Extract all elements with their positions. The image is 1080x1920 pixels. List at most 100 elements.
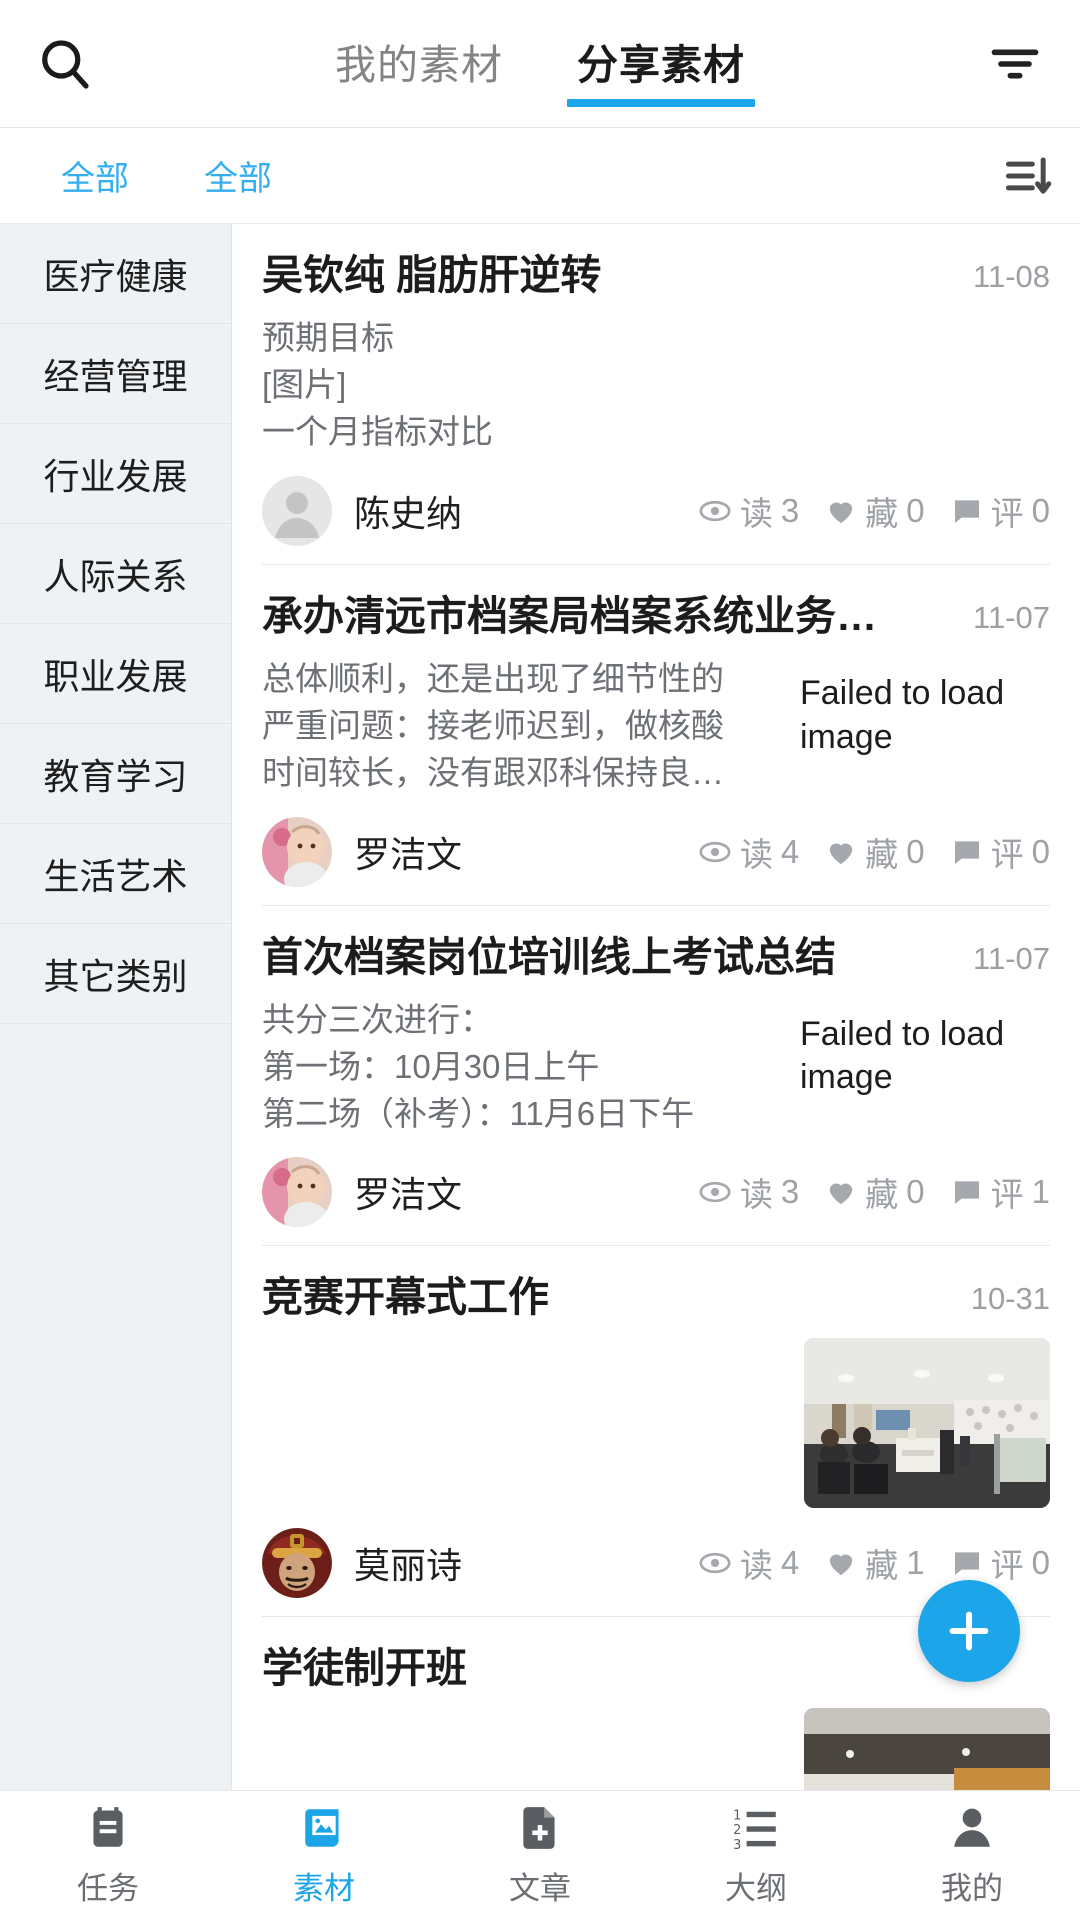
- avatar: [262, 1157, 332, 1228]
- author-name: 罗洁文: [354, 1174, 463, 1216]
- category-sidebar[interactable]: 医疗健康 经营管理 行业发展 人际关系 职业发展 教育学习 生活艺术 其它类别: [0, 224, 232, 1790]
- search-icon: [35, 34, 95, 94]
- stat-read: 读 4: [698, 828, 799, 876]
- nav-item-article[interactable]: 文章: [432, 1803, 648, 1908]
- stat-favorite: 藏 0: [825, 487, 925, 535]
- sidebar-item-industry-development[interactable]: 行业发展: [0, 424, 231, 524]
- eye-icon: [698, 835, 732, 869]
- office-meeting-room-photo: [804, 1337, 1050, 1508]
- stat-read-label: 读: [739, 1546, 773, 1584]
- excerpt-line: 共分三次进行：: [262, 1000, 493, 1038]
- card-footer: 陈史纳 读 3 藏 0 评 0: [262, 475, 1050, 546]
- heart-icon: [825, 495, 857, 527]
- card-header: 竞赛开幕式工作 10-31: [262, 1272, 1050, 1323]
- card-title: 学徒制开班: [262, 1644, 467, 1691]
- tab-my-material[interactable]: 我的素材: [331, 21, 507, 107]
- list-item[interactable]: 承办清远市档案局档案系统业务… 11-07 总体顺利，还是出现了细节性的 严重问…: [262, 565, 1050, 906]
- sidebar-item-interpersonal-relations[interactable]: 人际关系: [0, 524, 231, 624]
- sidebar-item-life-arts[interactable]: 生活艺术: [0, 824, 231, 924]
- card-footer: 莫丽诗 读 4 藏 1 评 0: [262, 1527, 1050, 1598]
- stat-read-label: 读: [739, 494, 773, 532]
- app-header: 我的素材 分享素材: [0, 0, 1080, 128]
- nav-label-task: 任务: [77, 1871, 139, 1906]
- list-item[interactable]: 竞赛开幕式工作 10-31 莫丽诗 读 4 藏 1 评 0: [262, 1246, 1050, 1617]
- list-item[interactable]: 首次档案岗位培训线上考试总结 11-07 共分三次进行： 第一场：10月30日上…: [262, 906, 1050, 1247]
- filter-bar: 全部 全部: [0, 128, 1080, 224]
- stat-comment-value: 1: [1031, 1173, 1050, 1211]
- stat-favorite: 藏 0: [825, 828, 925, 876]
- card-thumbnail[interactable]: [804, 1707, 1050, 1790]
- nav-label-article: 文章: [509, 1871, 571, 1906]
- sidebar-item-other-categories[interactable]: 其它类别: [0, 924, 231, 1024]
- stat-fav-value: 0: [906, 491, 925, 529]
- search-button[interactable]: [0, 0, 130, 127]
- stat-fav-label: 藏: [865, 1176, 899, 1214]
- card-stats: 读 3 藏 0: [698, 1168, 1050, 1216]
- stat-comment-label: 评: [990, 1546, 1024, 1584]
- app-root: 我的素材 分享素材 全部 全部 医疗健康 经营管理 行业发展 人际关系 职业发展…: [0, 0, 1080, 1920]
- card-excerpt: 总体顺利，还是出现了细节性的 严重问题：接老师迟到，做核酸 时间较长，没有跟邓科…: [262, 656, 784, 797]
- author-name: 莫丽诗: [354, 1544, 463, 1586]
- stat-comment: 评 0: [951, 487, 1050, 535]
- card-stats: 读 4 藏 1 评 0: [698, 1539, 1050, 1587]
- author-block: 陈史纳: [262, 475, 463, 546]
- stat-fav-value: 1: [906, 1543, 925, 1581]
- sidebar-item-medical-health[interactable]: 医疗健康: [0, 224, 231, 324]
- stat-read-value: 4: [780, 1543, 800, 1581]
- author-block: 莫丽诗: [262, 1527, 463, 1598]
- stat-read: 读 3: [698, 487, 799, 535]
- stat-favorite: 藏 1: [825, 1539, 925, 1587]
- card-footer: 罗洁文 读 3 藏 0 评 1: [262, 1157, 1050, 1228]
- svg-text:1: 1: [733, 1809, 741, 1824]
- stat-fav-label: 藏: [865, 494, 899, 532]
- comment-icon: [951, 1176, 983, 1208]
- sort-button[interactable]: [1002, 150, 1054, 202]
- filter-icon: [987, 36, 1043, 92]
- category-filter-chip[interactable]: 全部: [0, 151, 190, 200]
- nav-item-outline[interactable]: 1 2 3 大纲: [648, 1803, 864, 1908]
- stat-comment-label: 评: [990, 1176, 1024, 1214]
- emperor-portrait-avatar-icon: [262, 1527, 332, 1598]
- excerpt-line: 总体顺利，还是出现了细节性的: [262, 660, 724, 698]
- tab-shared-material[interactable]: 分享素材: [567, 21, 755, 107]
- card-title: 首次档案岗位培训线上考试总结: [262, 933, 836, 980]
- svg-text:2: 2: [733, 1823, 741, 1838]
- stat-comment-value: 0: [1031, 491, 1050, 529]
- card-header: 承办清远市档案局档案系统业务… 11-07: [262, 591, 1050, 642]
- thumbnail-failed-placeholder: Failed to load image: [800, 674, 1005, 756]
- numbered-list-icon: 1 2 3: [731, 1803, 781, 1853]
- bottom-navigation: 任务 素材 文章 1 2 3 大纲 我的: [0, 1790, 1080, 1920]
- card-title: 吴钦纯 脂肪肝逆转: [262, 252, 602, 298]
- sidebar-item-career-development[interactable]: 职业发展: [0, 624, 231, 724]
- card-header: 吴钦纯 脂肪肝逆转 11-08: [262, 250, 1050, 301]
- author-name: 陈史纳: [354, 492, 463, 534]
- thumbnail-failed-placeholder: Failed to load image: [800, 1014, 1005, 1097]
- card-date: 11-08: [973, 259, 1050, 294]
- avatar: [262, 1527, 332, 1598]
- add-material-fab[interactable]: [918, 1580, 1020, 1682]
- type-filter-chip[interactable]: 全部: [190, 151, 380, 200]
- card-title: 承办清远市档案局档案系统业务…: [262, 592, 877, 639]
- author-block: 罗洁文: [262, 816, 462, 887]
- nav-label-mine: 我的: [941, 1871, 1003, 1906]
- stat-comment-label: 评: [990, 494, 1024, 532]
- stat-read: 读 3: [698, 1168, 799, 1216]
- nav-item-mine[interactable]: 我的: [864, 1803, 1080, 1908]
- card-thumbnail[interactable]: [804, 1337, 1050, 1508]
- card-excerpt: 预期目标 [图片] 一个月指标对比: [262, 315, 1050, 456]
- sidebar-item-education-learning[interactable]: 教育学习: [0, 724, 231, 824]
- nav-item-material[interactable]: 素材: [216, 1803, 432, 1908]
- card-date: 11-07: [973, 940, 1050, 976]
- list-item[interactable]: 吴钦纯 脂肪肝逆转 11-08 预期目标 [图片] 一个月指标对比 陈史纳 读 …: [262, 224, 1050, 565]
- material-list[interactable]: 吴钦纯 脂肪肝逆转 11-08 预期目标 [图片] 一个月指标对比 陈史纳 读 …: [232, 224, 1080, 1790]
- nav-item-task[interactable]: 任务: [0, 1803, 216, 1908]
- heart-icon: [825, 836, 857, 868]
- eye-icon: [698, 494, 732, 528]
- card-body: [262, 1337, 1050, 1508]
- filter-button[interactable]: [950, 0, 1080, 127]
- card-header: 首次档案岗位培训线上考试总结 11-07: [262, 932, 1050, 983]
- stat-fav-value: 0: [906, 1173, 925, 1211]
- excerpt-line: 预期目标: [262, 319, 394, 357]
- sidebar-item-business-management[interactable]: 经营管理: [0, 324, 231, 424]
- stat-read-value: 3: [780, 1173, 800, 1211]
